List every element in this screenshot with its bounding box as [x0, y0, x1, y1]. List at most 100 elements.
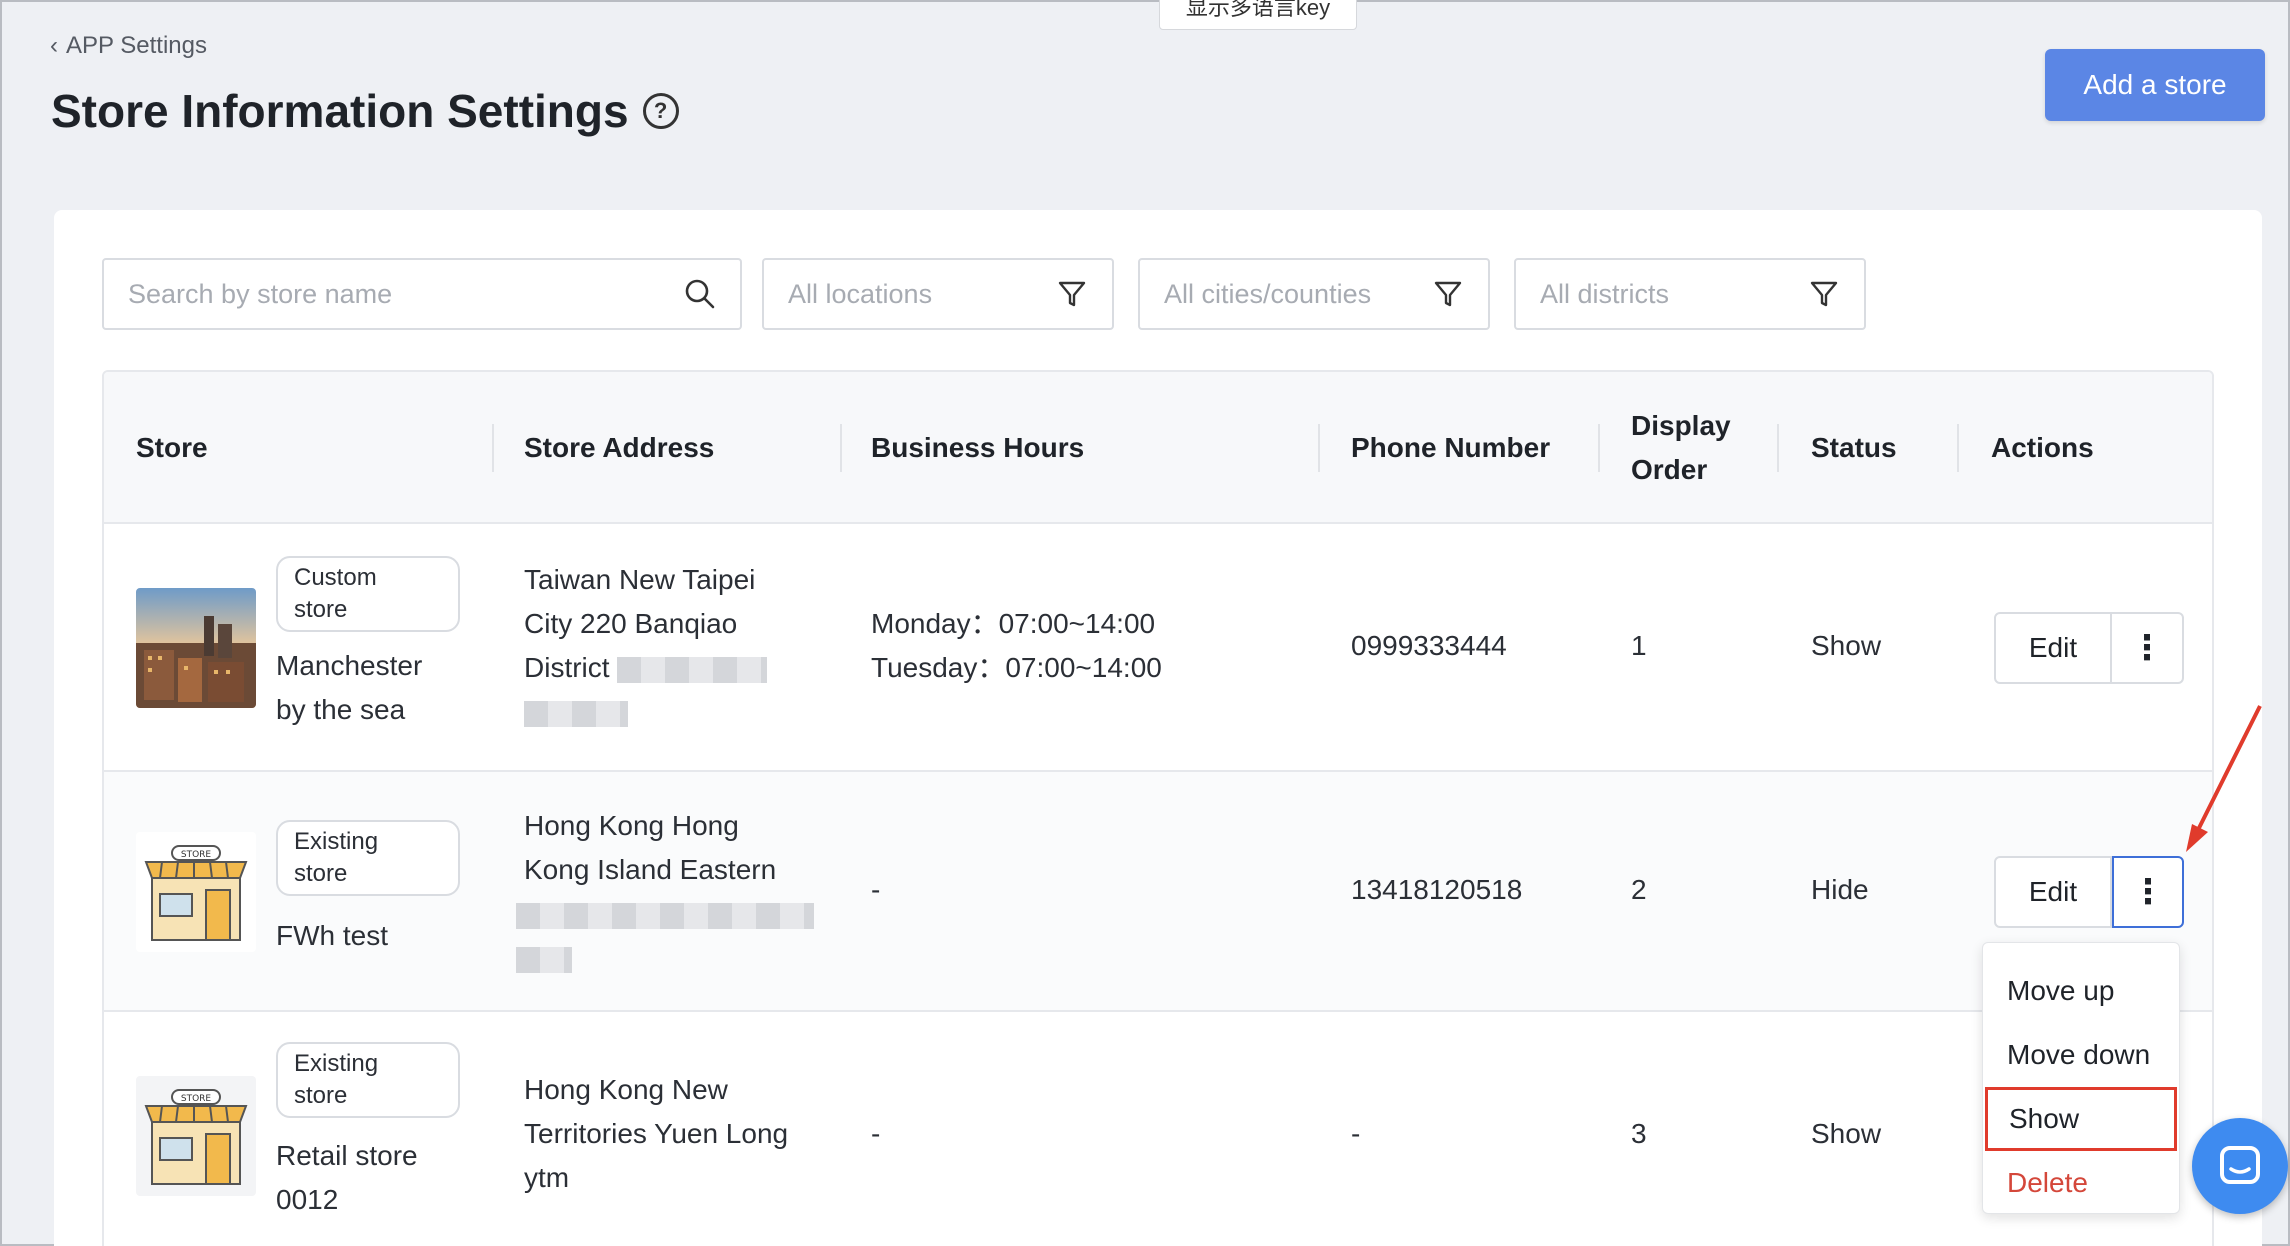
- store-address: Hong Kong New Territories Yuen Long ytm: [524, 1068, 788, 1200]
- edit-button[interactable]: Edit: [1994, 612, 2112, 684]
- chat-icon: [2220, 1146, 2260, 1184]
- breadcrumb-back-label: APP Settings: [66, 32, 207, 59]
- store-type-line2: store: [294, 596, 348, 623]
- display-order: 3: [1631, 1118, 1647, 1149]
- header-status: Status: [1811, 432, 1897, 463]
- header-divider: [1957, 424, 1959, 472]
- store-address: Taiwan New Taipei City 220 Banqiao Distr…: [524, 558, 768, 734]
- help-icon[interactable]: ?: [642, 93, 679, 129]
- store-photo: STORE: [136, 1076, 256, 1196]
- table-header: Store Store Address Business Hours Phone…: [104, 372, 2212, 524]
- store-front-icon: STORE: [144, 845, 248, 941]
- store-type-line2: store: [294, 1082, 348, 1109]
- table-row: Custom store Manchester by the sea Taiwa…: [104, 524, 2212, 772]
- phone-number: -: [1351, 1118, 1361, 1149]
- redacted-text: [524, 700, 628, 727]
- header-divider: [1318, 424, 1320, 472]
- locations-filter-label: All locations: [788, 278, 933, 309]
- more-menu-button[interactable]: ⋮: [2112, 612, 2184, 684]
- page-title: Store Information Settings ?: [51, 84, 679, 138]
- store-type-tag: Custom store: [276, 556, 460, 632]
- locations-filter[interactable]: All locations: [762, 258, 1114, 330]
- header-divider: [840, 424, 842, 472]
- address-line3: District: [524, 646, 768, 690]
- store-name: FWh test: [276, 914, 388, 958]
- redacted-text: [516, 946, 572, 973]
- store-photo: STORE: [136, 832, 256, 952]
- search-input[interactable]: Search by store name: [102, 258, 742, 330]
- phone-number: 13418120518: [1351, 874, 1523, 905]
- add-store-button[interactable]: Add a store: [2045, 49, 2265, 121]
- store-photo: [136, 588, 256, 708]
- address-line3: ytm: [524, 1162, 570, 1193]
- store-sign-text: STORE: [181, 850, 212, 860]
- redacted-text: [617, 656, 768, 683]
- store-type-line1: Custom: [294, 564, 377, 591]
- address-line1: Taiwan New Taipei: [524, 564, 756, 595]
- status: Hide: [1811, 874, 1869, 905]
- business-hours: -: [871, 1118, 881, 1149]
- store-address: Hong Kong Hong Kong Island Eastern: [516, 804, 814, 980]
- hours-line1: Monday：07:00~14:00: [871, 608, 1156, 639]
- store-name-line1: Manchester: [276, 650, 423, 681]
- header-divider: [1777, 424, 1779, 472]
- breadcrumb[interactable]: ‹ APP Settings: [50, 32, 207, 60]
- address-line3: [516, 892, 814, 936]
- store-type-tag: Existing store: [276, 1042, 460, 1118]
- districts-filter[interactable]: All districts: [1514, 258, 1866, 330]
- business-hours: -: [871, 874, 881, 905]
- store-name-line1: FWh test: [276, 920, 389, 951]
- chat-support-button[interactable]: [2192, 1118, 2288, 1214]
- header-divider: [492, 424, 494, 472]
- annotation-arrow-icon: [2186, 705, 2262, 852]
- search-icon: [685, 279, 715, 309]
- display-order: 2: [1631, 874, 1647, 905]
- store-type-line1: Existing: [294, 1050, 379, 1077]
- language-key-tooltip: 显示多语言key: [1159, 0, 1357, 30]
- address-line2: City 220 Banqiao: [524, 608, 738, 639]
- store-name-line1: Retail store: [276, 1140, 418, 1171]
- header-display-order: Display Order: [1631, 372, 1731, 524]
- hours-line2: Tuesday：07:00~14:00: [871, 652, 1162, 683]
- search-placeholder: Search by store name: [128, 278, 393, 309]
- table-row: STORE Existing store Retail store 0012 H…: [104, 1012, 2212, 1246]
- store-name: Retail store 0012: [276, 1134, 418, 1222]
- delete-menu-item[interactable]: Delete: [1983, 1151, 2179, 1215]
- store-table: Store Store Address Business Hours Phone…: [102, 370, 2214, 1246]
- chevron-left-icon: ‹: [50, 32, 58, 59]
- cities-filter-label: All cities/counties: [1164, 278, 1372, 309]
- phone-number: 0999333444: [1351, 630, 1507, 661]
- scroll-fade: [104, 1228, 2212, 1246]
- redacted-text: [516, 902, 814, 929]
- header-hours: Business Hours: [871, 432, 1085, 463]
- edit-button[interactable]: Edit: [1994, 856, 2112, 928]
- store-sign-text: STORE: [181, 1094, 212, 1104]
- move-down-menu-item[interactable]: Move down: [1983, 1023, 2179, 1087]
- filter-icon: [1058, 281, 1086, 307]
- store-type-line1: Existing: [294, 828, 379, 855]
- page-title-text: Store Information Settings: [51, 85, 629, 137]
- header-store: Store: [136, 432, 208, 463]
- header-display-order-line2: Order: [1631, 454, 1708, 485]
- address-line4: [524, 690, 767, 734]
- store-name: Manchester by the sea: [276, 644, 422, 732]
- store-front-icon: STORE: [144, 1089, 248, 1185]
- more-menu-button[interactable]: ⋮: [2112, 856, 2184, 928]
- address-line1: Hong Kong New: [524, 1074, 728, 1105]
- store-card: Search by store name All locations All c…: [54, 210, 2262, 1246]
- business-hours: Monday：07:00~14:00 Tuesday：07:00~14:00: [871, 602, 1162, 690]
- header-display-order-line1: Display: [1631, 410, 1731, 441]
- more-vertical-icon: ⋮: [2131, 873, 2165, 911]
- store-name-line2: 0012: [276, 1184, 339, 1215]
- move-up-menu-item[interactable]: Move up: [1983, 959, 2179, 1023]
- header-actions: Actions: [1991, 432, 2094, 463]
- store-name-line2: by the sea: [276, 694, 406, 725]
- more-vertical-icon: ⋮: [2130, 629, 2164, 667]
- store-type-tag: Existing store: [276, 820, 460, 896]
- store-type-line2: store: [294, 860, 348, 887]
- cities-filter[interactable]: All cities/counties: [1138, 258, 1490, 330]
- city-photo-icon: [136, 588, 256, 708]
- row-actions: Edit ⋮: [1994, 856, 2184, 928]
- header-phone: Phone Number: [1351, 432, 1551, 463]
- show-menu-item[interactable]: Show: [1985, 1087, 2177, 1151]
